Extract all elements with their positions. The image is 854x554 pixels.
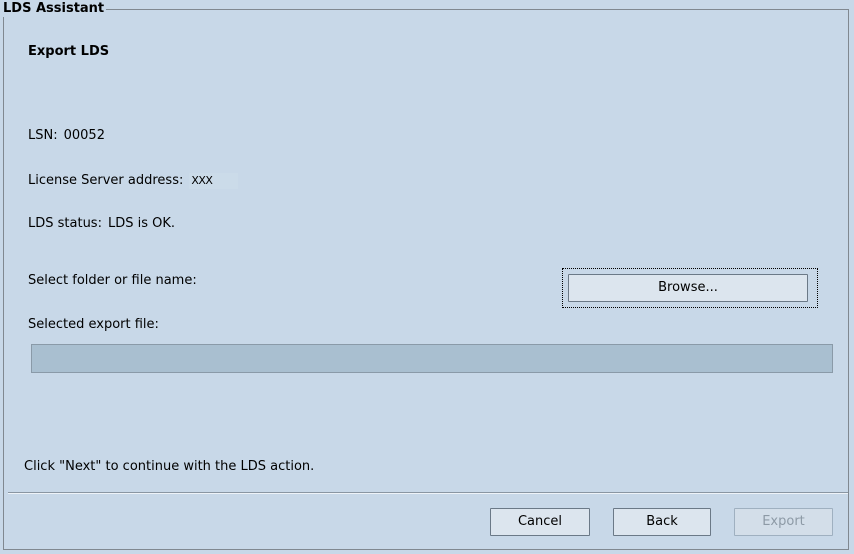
footer-divider	[8, 492, 848, 494]
page-heading: Export LDS	[28, 44, 110, 59]
browse-button[interactable]: Browse...	[568, 274, 808, 302]
server-address-label: License Server address:	[28, 173, 184, 188]
select-folder-label: Select folder or file name:	[28, 273, 197, 288]
wizard-group-title: LDS Assistant	[2, 1, 107, 17]
lsn-value: 00052	[63, 128, 105, 143]
server-address-value: XXX	[189, 173, 239, 189]
continue-hint: Click "Next" to continue with the LDS ac…	[24, 459, 315, 474]
cancel-button[interactable]: Cancel	[490, 508, 590, 536]
selected-export-file-field	[31, 344, 833, 373]
server-address-row: License Server address: XXX	[28, 173, 239, 189]
back-button[interactable]: Back	[613, 508, 711, 536]
lds-status-label: LDS status:	[28, 216, 102, 231]
lsn-row: LSN: 00052	[28, 128, 105, 144]
lsn-label: LSN:	[28, 128, 58, 143]
selected-export-file-label: Selected export file:	[28, 317, 159, 332]
export-button: Export	[734, 508, 833, 536]
lds-status-row: LDS status: LDS is OK.	[28, 216, 175, 232]
lds-status-value: LDS is OK.	[107, 216, 176, 231]
